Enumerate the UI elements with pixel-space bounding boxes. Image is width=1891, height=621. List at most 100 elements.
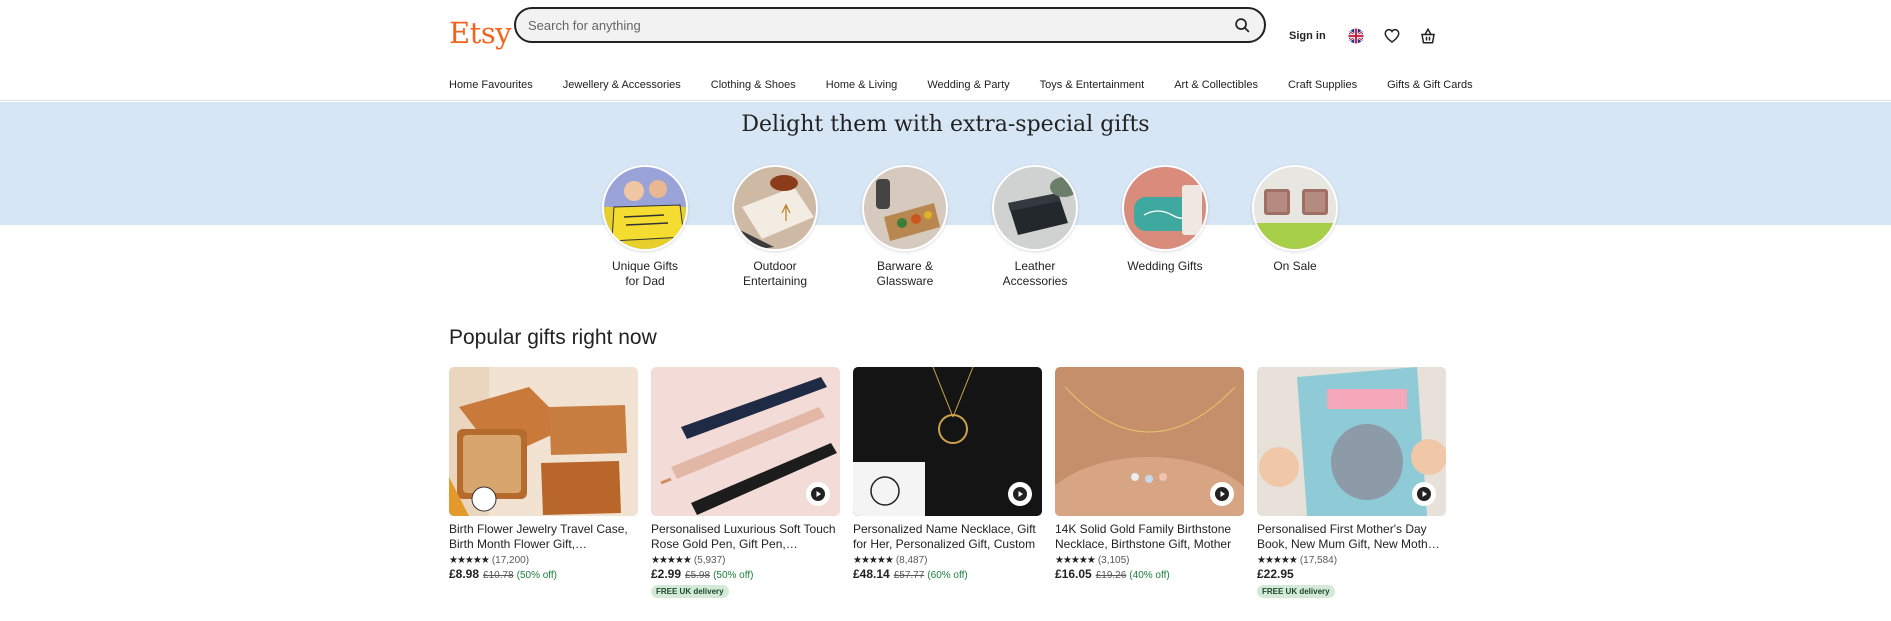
search-button[interactable]: [1228, 13, 1256, 37]
product-title: Personalized Name Necklace, Gift for Her…: [853, 522, 1036, 551]
product-title: Personalised First Mother's Day Book, Ne…: [1257, 522, 1439, 551]
product-card[interactable]: Personalized Name Necklace, Gift for Her…: [853, 367, 1042, 599]
category-link[interactable]: Craft Supplies: [1288, 79, 1357, 91]
category-link[interactable]: Toys & Entertainment: [1040, 79, 1145, 91]
gift-category-barware[interactable]: Barware & Glassware: [840, 165, 970, 289]
video-play-button[interactable]: [1210, 482, 1234, 506]
heart-icon: [1384, 28, 1400, 43]
section-title: Popular gifts right now: [449, 326, 657, 349]
product-image: [651, 367, 840, 516]
region-selector[interactable]: [1345, 25, 1367, 47]
star-icons: ★★★★★: [449, 555, 490, 566]
category-link[interactable]: Art & Collectibles: [1174, 79, 1258, 91]
search-icon: [1234, 17, 1249, 32]
delivery-badge: FREE UK delivery: [1257, 585, 1335, 598]
gift-category-wedding[interactable]: Wedding Gifts: [1100, 165, 1230, 289]
product-card[interactable]: Personalised Luxurious Soft Touch Rose G…: [651, 367, 840, 599]
play-icon: [1013, 487, 1027, 501]
product-card[interactable]: Personalised First Mother's Day Book, Ne…: [1257, 367, 1446, 599]
category-label: Barware & Glassware: [876, 259, 934, 288]
category-image: [992, 165, 1078, 251]
product-title: Personalised Luxurious Soft Touch Rose G…: [651, 522, 836, 551]
search-input[interactable]: [528, 15, 1188, 35]
gift-category-outdoor[interactable]: Outdoor Entertaining: [710, 165, 840, 289]
basket-button[interactable]: [1417, 25, 1439, 47]
review-count: (3,105): [1097, 555, 1130, 566]
star-icons: ★★★★★: [1257, 555, 1298, 566]
product-price: £2.99 £5.98 (50% off): [651, 567, 840, 581]
category-label: Wedding Gifts: [1127, 259, 1203, 273]
product-rating: ★★★★★ (3,105): [1055, 555, 1244, 566]
category-link[interactable]: Wedding & Party: [927, 79, 1009, 91]
category-nav: Home Favourites Jewellery & Accessories …: [449, 79, 1503, 91]
product-title: 14K Solid Gold Family Birthstone Necklac…: [1055, 522, 1232, 551]
video-play-button[interactable]: [1008, 482, 1032, 506]
current-price: £48.14: [853, 567, 890, 581]
category-image: [602, 165, 688, 251]
product-image: [449, 367, 638, 516]
current-price: £22.95: [1257, 567, 1294, 581]
category-image: [732, 165, 818, 251]
category-link[interactable]: Home & Living: [826, 79, 898, 91]
site-header: Etsy Sign in Home Favourites Jewellery &…: [0, 0, 1891, 101]
discount-label: (60% off): [927, 570, 968, 581]
category-image: [862, 165, 948, 251]
product-card[interactable]: Birth Flower Jewelry Travel Case, Birth …: [449, 367, 638, 599]
star-icons: ★★★★★: [1055, 555, 1096, 566]
delivery-badge: FREE UK delivery: [651, 585, 729, 598]
original-price: £57.77: [893, 570, 925, 581]
product-rating: ★★★★★ (17,584): [1257, 555, 1446, 566]
product-price: £8.98 £10.78 (50% off): [449, 567, 638, 581]
category-label: Leather Accessories: [1002, 259, 1068, 288]
category-label: Outdoor Entertaining: [742, 259, 808, 288]
category-link[interactable]: Jewellery & Accessories: [563, 79, 681, 91]
gift-category-leather[interactable]: Leather Accessories: [970, 165, 1100, 289]
discount-label: (50% off): [516, 570, 558, 581]
review-count: (5,937): [693, 555, 726, 566]
product-grid: Birth Flower Jewelry Travel Case, Birth …: [449, 367, 1459, 599]
sign-in-link[interactable]: Sign in: [1289, 30, 1326, 42]
discount-label: (50% off): [713, 570, 754, 581]
product-title: Birth Flower Jewelry Travel Case, Birth …: [449, 522, 628, 551]
original-price: £10.78: [483, 570, 514, 581]
product-card[interactable]: 14K Solid Gold Family Birthstone Necklac…: [1055, 367, 1244, 599]
play-icon: [1417, 487, 1431, 501]
original-price: £19.26: [1095, 570, 1127, 581]
basket-icon: [1421, 27, 1435, 44]
category-link[interactable]: Home Favourites: [449, 79, 533, 91]
etsy-logo[interactable]: Etsy: [449, 16, 512, 50]
product-price: £16.05 £19.26 (40% off): [1055, 567, 1244, 581]
product-rating: ★★★★★ (17,200): [449, 555, 638, 566]
gift-category-sale[interactable]: On Sale: [1230, 165, 1360, 289]
play-icon: [811, 487, 825, 501]
product-image: [1257, 367, 1446, 516]
product-image: [853, 367, 1042, 516]
product-image: [1055, 367, 1244, 516]
favourites-button[interactable]: [1381, 25, 1403, 47]
banner-title: Delight them with extra-special gifts: [741, 112, 1150, 137]
category-link[interactable]: Clothing & Shoes: [711, 79, 796, 91]
original-price: £5.98: [685, 570, 711, 581]
current-price: £16.05: [1055, 567, 1092, 581]
category-image: [1252, 165, 1338, 251]
video-play-button[interactable]: [1412, 482, 1436, 506]
review-count: (17,200): [491, 555, 530, 566]
gift-category-circles: Unique Gifts for Dad Outdoor Entertainin…: [580, 165, 1360, 289]
uk-flag-icon: [1348, 28, 1364, 44]
video-play-button[interactable]: [806, 482, 830, 506]
review-count: (17,584): [1299, 555, 1338, 566]
gift-category-dad[interactable]: Unique Gifts for Dad: [580, 165, 710, 289]
search-bar[interactable]: [514, 7, 1266, 43]
category-image: [1122, 165, 1208, 251]
product-rating: ★★★★★ (5,937): [651, 555, 840, 566]
category-link[interactable]: Gifts & Gift Cards: [1387, 79, 1473, 91]
product-price: £22.95: [1257, 567, 1446, 581]
current-price: £2.99: [651, 567, 682, 581]
category-label: Unique Gifts for Dad: [611, 259, 679, 288]
star-icons: ★★★★★: [651, 555, 692, 566]
product-rating: ★★★★★ (8,487): [853, 555, 1042, 566]
category-label: On Sale: [1273, 259, 1317, 273]
star-icons: ★★★★★: [853, 555, 894, 566]
product-price: £48.14 £57.77 (60% off): [853, 567, 1042, 581]
review-count: (8,487): [895, 555, 928, 566]
